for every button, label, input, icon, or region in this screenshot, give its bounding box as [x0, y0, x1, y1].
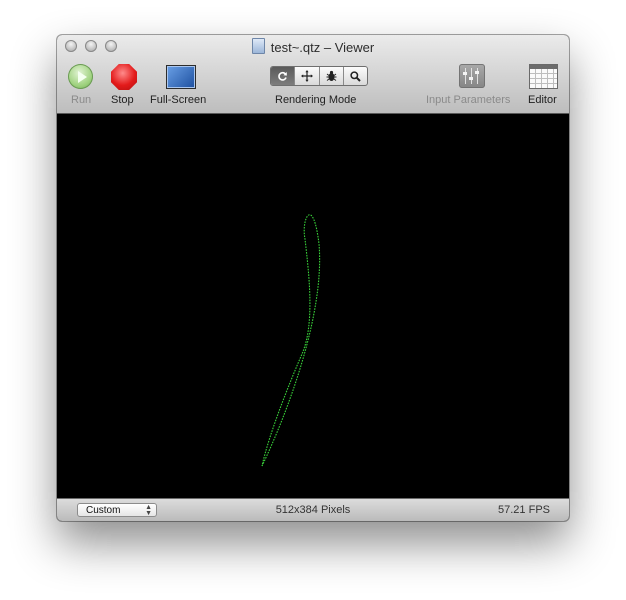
render-canvas[interactable]: [57, 114, 569, 498]
status-bar: Custom ▲ ▼ 512x384 Pixels 57.21 FPS: [57, 498, 569, 521]
editor-icon[interactable]: [529, 64, 558, 89]
fullscreen-button[interactable]: [166, 65, 196, 89]
toolbar: test~.qtz – Viewer Run Stop Full-Screen: [57, 35, 569, 114]
input-parameters-button[interactable]: [459, 64, 485, 88]
rendering-mode-label: Rendering Mode: [275, 94, 357, 106]
input-parameters-label: Input Parameters: [426, 94, 511, 106]
rendered-curve: [261, 214, 321, 467]
stop-button[interactable]: [111, 64, 137, 90]
editor-label: Editor: [528, 94, 557, 106]
stop-label: Stop: [111, 94, 134, 106]
curve-path: [261, 214, 321, 467]
fullscreen-label: Full-Screen: [150, 94, 207, 106]
debug-bug-icon[interactable]: [320, 67, 344, 85]
window-title: test~.qtz – Viewer: [57, 38, 569, 56]
zoom-icon[interactable]: [344, 67, 367, 85]
pixel-dimensions: 512x384 Pixels: [275, 504, 351, 516]
rendering-mode-control: [270, 66, 368, 86]
window-title-text: test~.qtz – Viewer: [270, 40, 375, 55]
viewer-window: test~.qtz – Viewer Run Stop Full-Screen: [57, 35, 569, 521]
document-icon: [251, 38, 265, 54]
fps-readout: 57.21 FPS: [498, 504, 550, 516]
move-icon[interactable]: [295, 67, 320, 85]
run-label: Run: [71, 94, 92, 106]
run-button[interactable]: [68, 64, 93, 89]
rotate-icon[interactable]: [271, 67, 296, 85]
